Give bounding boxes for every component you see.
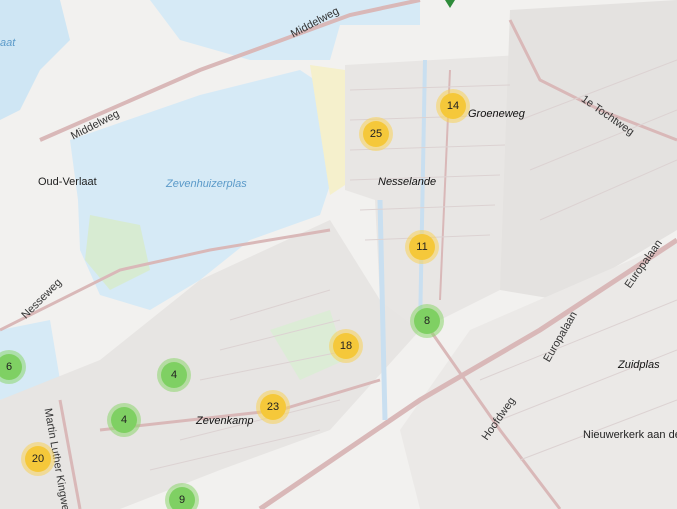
cluster-count: 20 <box>25 446 51 472</box>
cluster-count: 23 <box>260 394 286 420</box>
cluster-count: 14 <box>440 93 466 119</box>
cluster-count: 4 <box>111 407 137 433</box>
cluster-count: 6 <box>0 354 22 380</box>
cluster-marker[interactable]: 20 <box>21 442 55 476</box>
cluster-count: 18 <box>333 333 359 359</box>
cluster-marker[interactable]: 11 <box>405 230 439 264</box>
cluster-marker[interactable]: 4 <box>157 358 191 392</box>
map-canvas[interactable]: Groeneweg Nesselande Zevenhuizerplas Oud… <box>0 0 677 509</box>
cluster-marker[interactable]: 8 <box>410 304 444 338</box>
cluster-marker[interactable]: 14 <box>436 89 470 123</box>
cluster-marker[interactable]: 23 <box>256 390 290 424</box>
cluster-count: 11 <box>409 234 435 260</box>
cluster-marker[interactable]: 9 <box>165 483 199 509</box>
cluster-marker[interactable]: 18 <box>329 329 363 363</box>
cluster-marker[interactable]: 25 <box>359 117 393 151</box>
cluster-count: 4 <box>161 362 187 388</box>
cluster-count: 9 <box>169 487 195 509</box>
cluster-count: 8 <box>414 308 440 334</box>
cluster-count: 25 <box>363 121 389 147</box>
cluster-marker[interactable]: 4 <box>107 403 141 437</box>
map-base-layer <box>0 0 677 509</box>
